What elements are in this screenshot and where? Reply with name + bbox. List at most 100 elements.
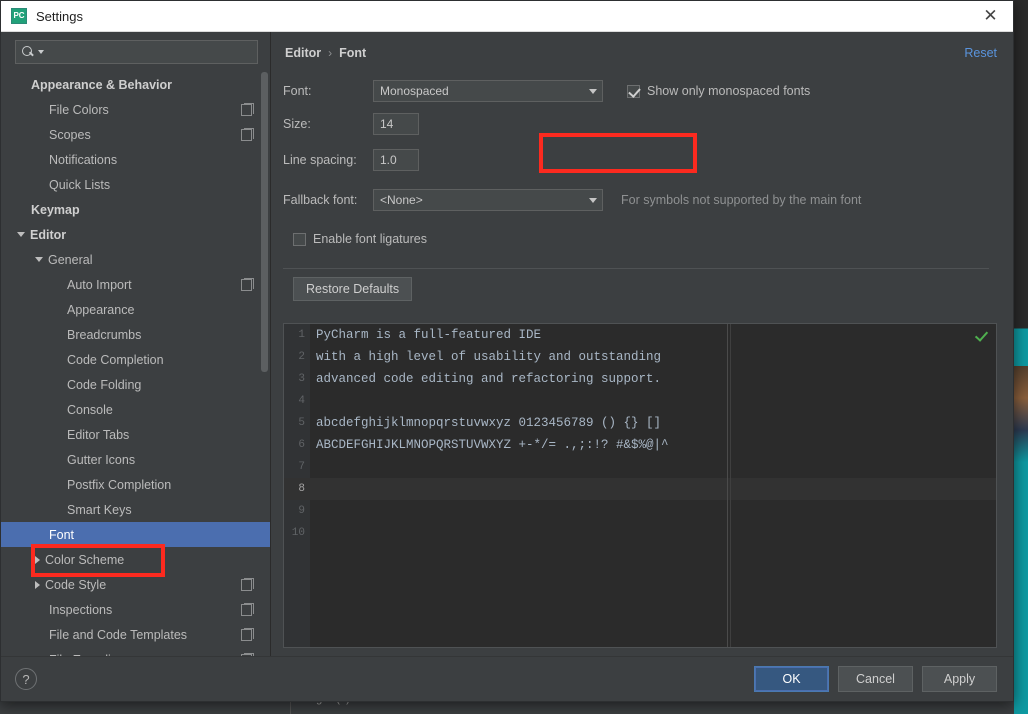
- line-number: 6: [298, 439, 305, 451]
- editor-line: 3 advanced code editing and refactoring s…: [284, 368, 996, 390]
- sidebar-item-color-scheme[interactable]: Color Scheme: [1, 547, 270, 572]
- show-monospaced-checkbox[interactable]: Show only monospaced fonts: [627, 84, 810, 98]
- copy-settings-icon[interactable]: [241, 602, 254, 616]
- editor-line: 5 abcdefghijklmnopqrstuvwxyz 0123456789 (…: [284, 412, 996, 434]
- copy-settings-icon[interactable]: [241, 577, 254, 591]
- sidebar-item-label: Quick Lists: [49, 177, 111, 192]
- reset-link[interactable]: Reset: [964, 46, 997, 60]
- sidebar-item-keymap[interactable]: Keymap: [1, 197, 270, 222]
- ok-button[interactable]: OK: [754, 666, 829, 692]
- sidebar-item-code-completion[interactable]: Code Completion: [1, 347, 270, 372]
- background-right-strip: [1014, 0, 1028, 714]
- breadcrumb-separator-icon: ›: [328, 46, 333, 60]
- dialog-body: Appearance & Behavior File Colors Scopes No…: [1, 32, 1013, 656]
- settings-dialog: Settings ✕ Appearance & Behavior File Col…: [0, 0, 1014, 702]
- font-row: Font: Monospaced Show only monospaced fo…: [283, 76, 997, 106]
- fallback-font-label: Fallback font:: [283, 193, 358, 207]
- help-button[interactable]: ?: [15, 668, 37, 690]
- sidebar-item-appearance-behavior[interactable]: Appearance & Behavior: [1, 72, 270, 97]
- sidebar-item-file-colors[interactable]: File Colors: [1, 97, 270, 122]
- font-family-select[interactable]: Monospaced: [373, 80, 603, 102]
- editor-line: 2 with a high level of usability and outs…: [284, 346, 996, 368]
- font-size-input[interactable]: 14: [373, 113, 419, 135]
- enable-ligatures-checkbox[interactable]: Enable font ligatures: [293, 232, 427, 246]
- breadcrumb-parent[interactable]: Editor: [285, 46, 321, 60]
- sidebar-item-quick-lists[interactable]: Quick Lists: [1, 172, 270, 197]
- font-preview-editor[interactable]: 1 PyCharm is a full-featured IDE 2 with a h…: [283, 323, 997, 648]
- line-number: 4: [298, 395, 305, 407]
- copy-settings-icon[interactable]: [241, 277, 254, 291]
- sidebar-item-label: Editor Tabs: [67, 427, 130, 442]
- line-spacing-input[interactable]: 1.0: [373, 149, 419, 171]
- fallback-font-select[interactable]: <None>: [373, 189, 603, 211]
- settings-tree[interactable]: Appearance & Behavior File Colors Scopes No…: [1, 70, 270, 656]
- sidebar-item-label: Postfix Completion: [67, 477, 172, 492]
- sidebar-item-gutter-icons[interactable]: Gutter Icons: [1, 447, 270, 472]
- sidebar-item-console[interactable]: Console: [1, 397, 270, 422]
- sidebar-item-auto-import[interactable]: Auto Import: [1, 272, 270, 297]
- sidebar-item-file-and-code-templates[interactable]: File and Code Templates: [1, 622, 270, 647]
- editor-lines: 1 PyCharm is a full-featured IDE 2 with a h…: [284, 324, 996, 544]
- sidebar-item-label: Inspections: [49, 602, 113, 617]
- copy-settings-icon[interactable]: [241, 627, 254, 641]
- sidebar-item-editor[interactable]: Editor: [1, 222, 270, 247]
- line-spacing-label: Line spacing:: [283, 153, 357, 167]
- cancel-button[interactable]: Cancel: [838, 666, 913, 692]
- sidebar-item-appearance[interactable]: Appearance: [1, 297, 270, 322]
- sidebar-item-label: File Encodings: [49, 653, 131, 657]
- sidebar-item-code-folding[interactable]: Code Folding: [1, 372, 270, 397]
- line-number: 2: [298, 351, 305, 363]
- chevron-down-icon[interactable]: [17, 232, 25, 237]
- sidebar-item-notifications[interactable]: Notifications: [1, 147, 270, 172]
- line-number: 5: [298, 417, 305, 429]
- chevron-down-icon[interactable]: [35, 257, 43, 262]
- copy-settings-icon[interactable]: [241, 652, 254, 656]
- apply-button[interactable]: Apply: [922, 666, 997, 692]
- close-icon[interactable]: ✕: [968, 1, 1013, 32]
- breadcrumb: Editor › Font Reset: [271, 40, 1013, 66]
- size-label: Size:: [283, 117, 311, 131]
- line-text: with a high level of usability and outst…: [316, 350, 662, 364]
- sidebar-item-inspections[interactable]: Inspections: [1, 597, 270, 622]
- sidebar-item-label: Scopes: [49, 127, 91, 142]
- chevron-down-icon[interactable]: [583, 81, 602, 101]
- sidebar-item-label: Code Completion: [67, 352, 164, 367]
- background-right-photo: [1014, 366, 1028, 462]
- sidebar-item-postfix-completion[interactable]: Postfix Completion: [1, 472, 270, 497]
- sidebar-item-general[interactable]: General: [1, 247, 270, 272]
- font-settings-form: Font: Monospaced Show only monospaced fo…: [271, 66, 1013, 309]
- sidebar-item-smart-keys[interactable]: Smart Keys: [1, 497, 270, 522]
- line-text: ABCDEFGHIJKLMNOPQRSTUVWXYZ +-*/= .,;:!? …: [316, 438, 669, 452]
- breadcrumb-current: Font: [339, 46, 367, 60]
- copy-settings-icon[interactable]: [241, 102, 254, 116]
- sidebar-scrollbar[interactable]: [261, 72, 268, 372]
- sidebar-item-font[interactable]: Font: [1, 522, 270, 547]
- copy-settings-icon[interactable]: [241, 127, 254, 141]
- sidebar-item-editor-tabs[interactable]: Editor Tabs: [1, 422, 270, 447]
- sidebar-item-scopes[interactable]: Scopes: [1, 122, 270, 147]
- search-input[interactable]: [44, 45, 251, 59]
- inspection-ok-check-icon[interactable]: [975, 329, 988, 342]
- sidebar-item-breadcrumbs[interactable]: Breadcrumbs: [1, 322, 270, 347]
- chevron-down-icon[interactable]: [583, 190, 602, 210]
- sidebar-item-label: Auto Import: [67, 277, 132, 292]
- search-box[interactable]: [15, 40, 258, 64]
- enable-ligatures-label: Enable font ligatures: [313, 232, 427, 246]
- ligatures-row: Enable font ligatures: [283, 222, 997, 256]
- sidebar-item-label: Appearance & Behavior: [31, 77, 173, 92]
- chevron-right-icon[interactable]: [35, 555, 40, 564]
- chevron-right-icon[interactable]: [35, 580, 40, 589]
- sidebar-item-file-encodings[interactable]: File Encodings: [1, 647, 270, 656]
- editor-line: 8: [284, 478, 996, 500]
- restore-defaults-button[interactable]: Restore Defaults: [293, 277, 413, 301]
- search-icon: [22, 46, 34, 58]
- sidebar-item-code-style[interactable]: Code Style: [1, 572, 270, 597]
